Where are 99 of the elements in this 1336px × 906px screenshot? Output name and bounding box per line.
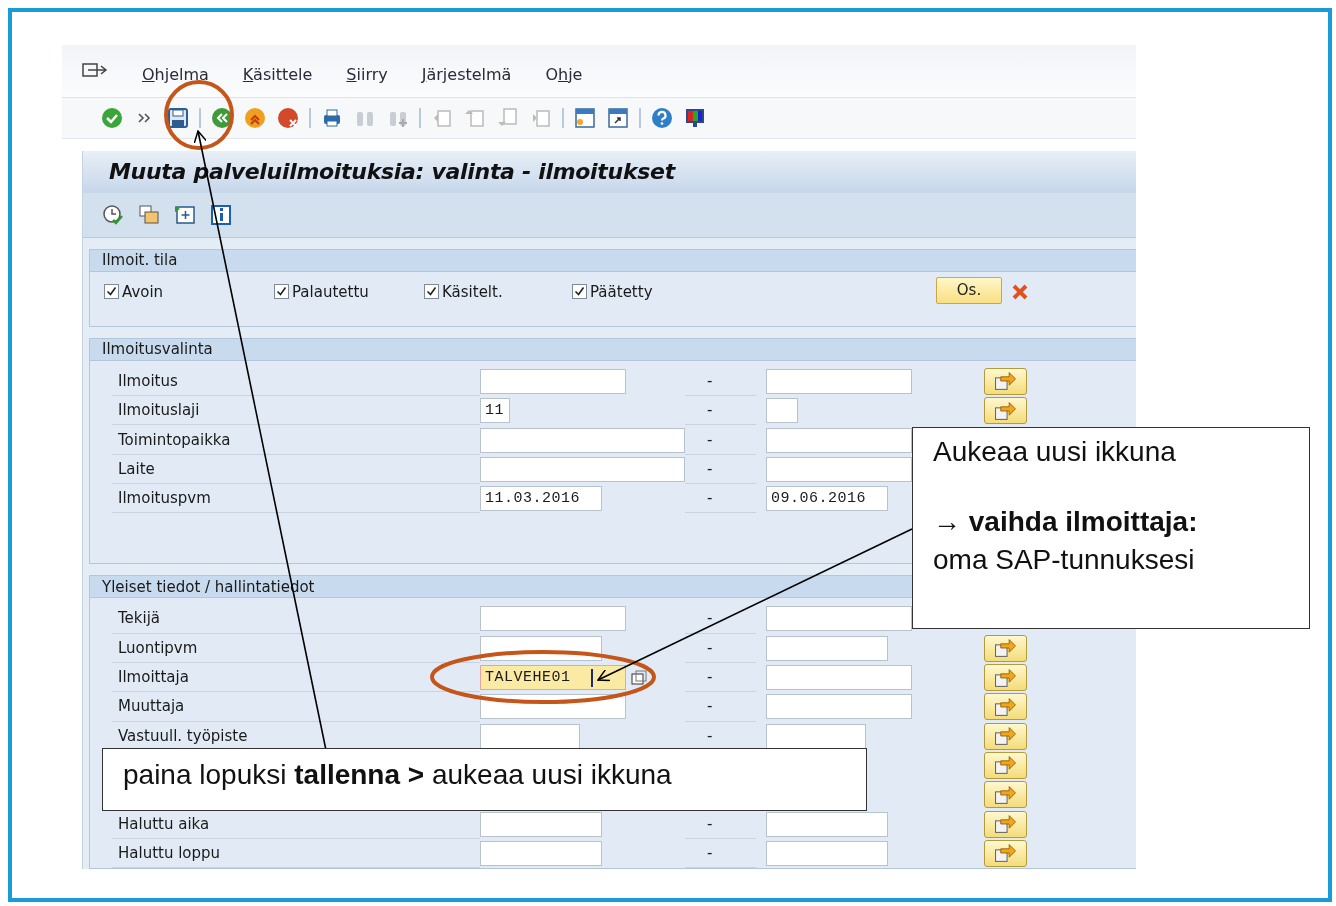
range-dash: - [707,430,713,449]
copy-windows-icon[interactable] [137,202,161,227]
new-window-icon[interactable] [573,105,597,130]
field-label: Haluttu aika [118,814,210,833]
input-field[interactable] [480,427,685,453]
delete-icon[interactable] [1011,282,1029,301]
multiple-selection-button[interactable] [984,839,1027,867]
checkbox-label: Palautettu [292,282,369,301]
range-dash: - [707,372,713,390]
checkbox[interactable] [424,284,439,300]
menu-item[interactable]: Ohjelma [142,57,209,85]
multiple-selection-button[interactable] [984,693,1027,721]
field-label: Luontipvm [118,638,198,657]
input-field[interactable] [480,369,626,394]
input-field[interactable] [480,811,602,837]
field-label: Tekijä [118,609,161,628]
multiple-selection-arrow-icon [995,815,1016,834]
input-field[interactable] [766,723,866,749]
range-dash: - [707,668,713,687]
field-label: Haluttu loppu [118,843,221,862]
input-field[interactable] [480,456,685,482]
range-dash: - [707,726,713,745]
menu-icon[interactable] [82,61,108,80]
multiple-selection-button[interactable] [984,781,1027,809]
input-field[interactable]: 11 [480,398,510,424]
checkbox-label: Käsitelt. [442,282,503,301]
menu-item[interactable]: Järjestelmä [421,57,512,85]
input-field[interactable]: TALVEHE01 [480,665,626,691]
info-icon[interactable] [209,202,233,227]
callout-text: paina lopuksi tallenna > aukeaa uusi ikkuna [123,759,672,791]
input-field[interactable] [766,369,912,394]
checkbox[interactable] [572,284,587,300]
clock-check-icon[interactable] [101,202,125,227]
multiple-selection-arrow-icon [995,639,1016,658]
multiple-selection-arrow-icon [995,844,1016,863]
input-field[interactable] [480,840,602,866]
field-label: Laite [118,459,155,478]
field-label: Ilmoittaja [118,668,189,687]
checkbox-label: Päätetty [590,282,653,301]
input-field[interactable] [766,456,912,482]
multiple-selection-button[interactable] [984,368,1027,395]
input-field[interactable] [766,606,912,632]
multiple-selection-arrow-icon [995,727,1016,746]
multiple-selection-button[interactable] [984,722,1027,750]
selection-button[interactable]: Os. [936,276,1002,304]
check-icon[interactable] [100,105,124,130]
input-field[interactable] [766,840,888,866]
range-dash: - [707,609,713,628]
field-label: Toimintopaikka [118,430,231,449]
range-dash: - [707,814,713,833]
range-dash: - [707,843,713,862]
checkbox[interactable] [104,284,119,300]
input-field[interactable] [480,723,580,749]
save-icon[interactable] [166,105,190,130]
input-field[interactable] [766,427,912,453]
checkbox-label: Avoin [122,282,164,301]
callout-text: Aukeaa uusi ikkuna [933,436,1176,468]
range-dash: - [707,401,713,420]
menu-item[interactable]: Siirry [346,57,388,85]
multiple-selection-arrow-icon [995,372,1016,391]
multiple-selection-arrow-icon [995,756,1016,775]
callout-text: oma SAP-tunnuksesi [933,544,1195,576]
field-label: Ilmoitus [118,372,178,390]
menu-item[interactable]: Käsittele [242,57,313,85]
input-field[interactable] [766,694,912,720]
field-label: Muuttaja [118,697,185,716]
callout-text: → vaihda ilmoittaja: [933,506,1198,538]
cancel-icon[interactable] [276,105,300,130]
field-label: Ilmoituslaji [118,401,200,420]
multiple-selection-arrow-icon [995,401,1016,420]
group-title: Ilmoit. tila [90,249,1136,272]
input-field[interactable] [766,635,888,661]
input-field[interactable] [766,811,888,837]
range-dash: - [707,489,713,508]
value-help-icon[interactable] [630,668,648,687]
input-field[interactable]: 09.06.2016 [766,486,888,512]
multiple-selection-button[interactable] [984,664,1027,692]
multiple-selection-arrow-icon [995,785,1016,804]
multiple-selection-button[interactable] [984,634,1027,662]
help-icon[interactable] [650,105,674,130]
input-field[interactable] [766,398,798,424]
range-dash: - [707,459,713,478]
shortcut-window-icon[interactable] [606,105,630,130]
exit-icon[interactable] [243,105,267,130]
checkbox[interactable] [274,284,289,300]
input-field[interactable]: 11.03.2016 [480,486,602,512]
input-field[interactable] [766,665,912,691]
multiple-selection-arrow-icon [995,668,1016,687]
menu-item[interactable]: Ohje [545,57,583,85]
field-label: Ilmoituspvm [118,489,211,508]
multiple-selection-button[interactable] [984,810,1027,838]
multiple-selection-button[interactable] [984,751,1027,779]
input-field[interactable] [480,606,626,632]
range-dash: - [707,697,713,716]
range-dash: - [707,638,713,657]
multiple-selection-arrow-icon [995,697,1016,716]
field-label: Vastuull. työpiste [118,726,248,745]
group-title: Ilmoitusvalinta [90,338,1136,361]
multiple-selection-button[interactable] [984,397,1027,425]
